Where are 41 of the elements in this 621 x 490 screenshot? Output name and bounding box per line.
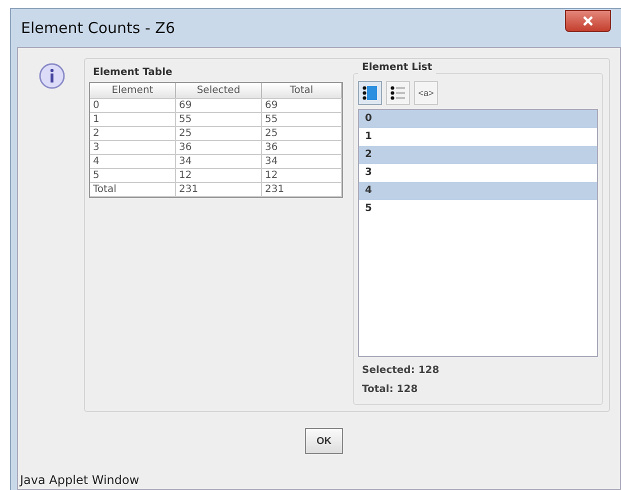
status-text: Java Applet Window <box>18 473 140 489</box>
list-item[interactable]: 0 <box>359 110 597 128</box>
table-cell: 69 <box>262 99 342 112</box>
table-cell: 12 <box>176 169 262 182</box>
table-cell: 25 <box>262 127 342 140</box>
list-icon <box>390 85 406 101</box>
close-icon <box>583 16 593 26</box>
window-title: Element Counts - Z6 <box>21 19 175 37</box>
list-view-button[interactable] <box>386 81 410 105</box>
table-cell: 1 <box>90 113 176 126</box>
list-item[interactable]: 2 <box>359 146 597 164</box>
table-cell: 4 <box>90 155 176 168</box>
column-header[interactable]: Total <box>262 83 342 98</box>
list-item[interactable]: 4 <box>359 182 597 200</box>
table-cell: 25 <box>176 127 262 140</box>
group-title: Element List <box>358 60 436 77</box>
info-icon <box>38 62 66 90</box>
column-header[interactable]: Selected <box>176 83 262 98</box>
table-cell: 36 <box>176 141 262 154</box>
table-cell: 55 <box>262 113 342 126</box>
table-cell: 0 <box>90 99 176 112</box>
table-cell: 55 <box>176 113 262 126</box>
table-cell: 2 <box>90 127 176 140</box>
table-cell: 12 <box>262 169 342 182</box>
table-cell: Total <box>90 183 176 196</box>
detail-view-button[interactable] <box>358 81 382 105</box>
table-cell: 231 <box>262 183 342 196</box>
column-header[interactable]: Element <box>90 83 176 98</box>
table-cell: 36 <box>262 141 342 154</box>
label-toggle-button[interactable]: <a> <box>414 81 438 105</box>
ok-button[interactable]: OK <box>305 428 343 454</box>
close-button[interactable] <box>565 10 611 32</box>
table-cell: 69 <box>176 99 262 112</box>
table-cell: 5 <box>90 169 176 182</box>
total-count: Total: 128 <box>361 383 419 395</box>
table-cell: 34 <box>176 155 262 168</box>
detailed-list-icon <box>362 85 378 101</box>
selected-count: Selected: 128 <box>361 364 440 376</box>
table-cell: 34 <box>262 155 342 168</box>
table-cell: 231 <box>176 183 262 196</box>
table-cell: 3 <box>90 141 176 154</box>
